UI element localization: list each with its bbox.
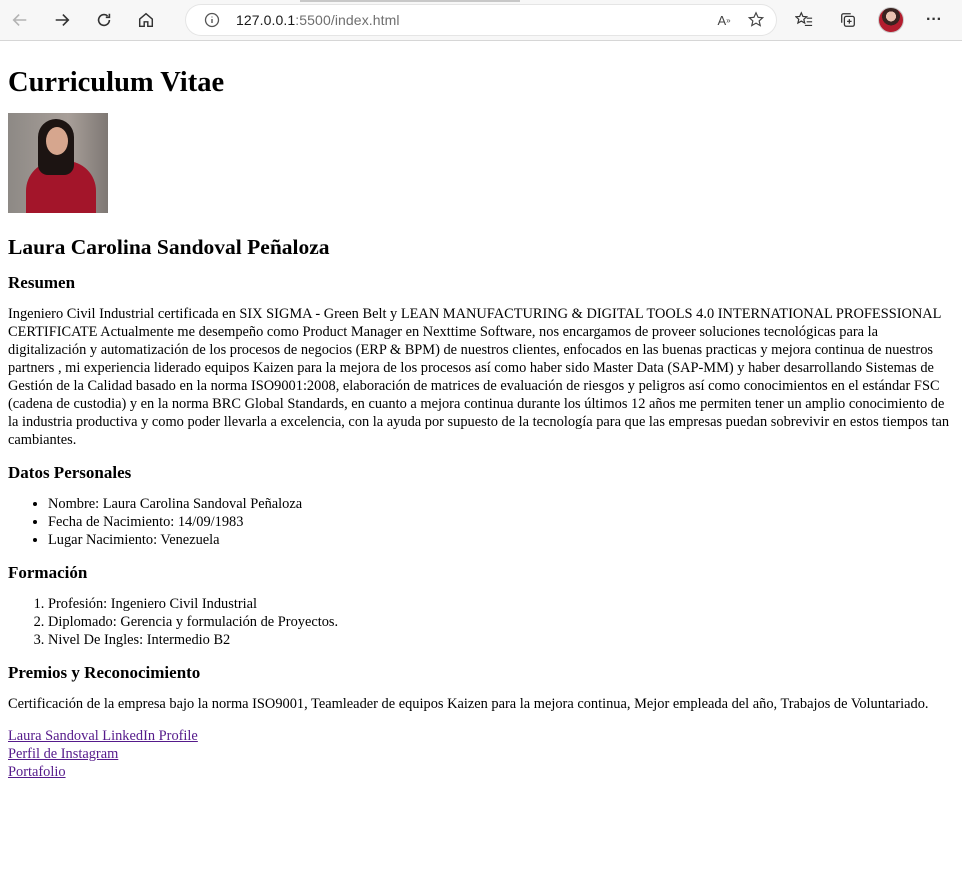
tab-strip-edge <box>300 0 520 2</box>
resumen-text: Ingeniero Civil Industrial certificada e… <box>8 306 950 448</box>
formacion-list: Profesión: Ingeniero Civil Industrial Di… <box>8 595 954 649</box>
list-item: Nombre: Laura Carolina Sandoval Peñaloza <box>48 495 954 513</box>
list-item: Fecha de Nacimiento: 14/09/1983 <box>48 513 954 531</box>
instagram-link[interactable]: Perfil de Instagram <box>8 745 954 763</box>
more-options-icon[interactable]: ··· <box>920 6 948 34</box>
back-arrow-icon[interactable] <box>6 6 34 34</box>
list-item: Diplomado: Gerencia y formulación de Pro… <box>48 613 954 631</box>
favorites-icon[interactable] <box>790 6 818 34</box>
formacion-heading: Formación <box>8 563 88 582</box>
add-favorite-icon[interactable] <box>746 10 766 30</box>
linkedin-link[interactable]: Laura Sandoval LinkedIn Profile <box>8 727 954 745</box>
links-section: Laura Sandoval LinkedIn Profile Perfil d… <box>8 727 954 781</box>
datos-heading: Datos Personales <box>8 463 132 482</box>
list-item: Lugar Nacimiento: Venezuela <box>48 531 954 549</box>
url-path: :5500/index.html <box>295 12 400 28</box>
address-bar[interactable]: 127.0.0.1:5500/index.html A» <box>186 5 776 35</box>
read-aloud-icon[interactable]: A» <box>714 10 734 30</box>
list-item: Nivel De Ingles: Intermedio B2 <box>48 631 954 649</box>
resumen-heading: Resumen <box>8 273 76 292</box>
list-item: Profesión: Ingeniero Civil Industrial <box>48 595 954 613</box>
info-icon[interactable] <box>204 12 220 28</box>
home-icon[interactable] <box>132 6 160 34</box>
url-text[interactable]: 127.0.0.1:5500/index.html <box>236 12 400 28</box>
forward-arrow-icon[interactable] <box>48 6 76 34</box>
profile-avatar[interactable] <box>878 7 904 33</box>
page-content: Curriculum Vitae Laura Carolina Sandoval… <box>0 67 962 781</box>
person-name: Laura Carolina Sandoval Peñaloza <box>8 235 330 259</box>
browser-toolbar: 127.0.0.1:5500/index.html A» ··· <box>0 0 962 41</box>
page-title: Curriculum Vitae <box>8 67 225 98</box>
datos-list: Nombre: Laura Carolina Sandoval Peñaloza… <box>8 495 954 549</box>
profile-photo <box>8 113 108 213</box>
premios-heading: Premios y Reconocimiento <box>8 663 201 682</box>
url-host: 127.0.0.1 <box>236 12 296 28</box>
collections-icon[interactable] <box>834 6 862 34</box>
portfolio-link[interactable]: Portafolio <box>8 763 954 781</box>
premios-text: Certificación de la empresa bajo la norm… <box>8 696 929 712</box>
refresh-icon[interactable] <box>90 6 118 34</box>
